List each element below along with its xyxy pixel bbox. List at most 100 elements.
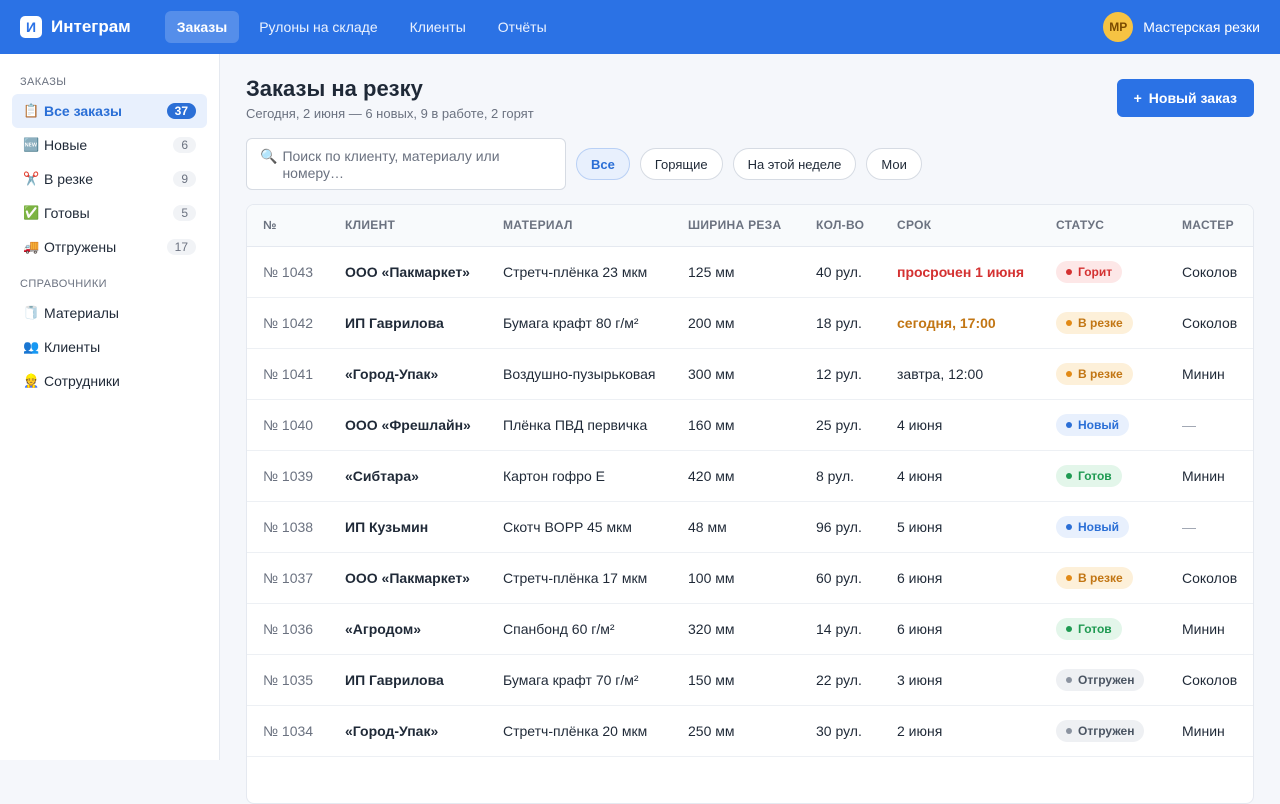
table-row[interactable]: № 1041 «Город-Упак» Воздушно-пузырьковая 30… [247,348,1253,400]
status-label: Отгружен [1078,723,1135,738]
nav-item-clients[interactable]: Клиенты [398,11,478,43]
table-row[interactable]: № 1037 ООО «Пакмаркет» Стретч-плёнка 17 мк… [247,552,1253,604]
filter-chip-all[interactable]: Все [576,148,630,180]
sidebar-item-cutting[interactable]: ✂️ В резке 9 [12,162,207,196]
deadline: 5 июня [881,501,1040,553]
column-header-cut-width[interactable]: Ширина реза [672,205,800,247]
material: Картон гофро E [487,450,672,502]
column-header-client[interactable]: Клиент [329,205,487,247]
app-name: Интеграм [51,17,131,36]
deadline: 6 июня [881,603,1040,655]
search-input[interactable]: 🔍 Поиск по клиенту, материалу или номеру… [246,138,566,190]
count-badge: 37 [166,103,196,119]
filter-chip-mine[interactable]: Мои [866,148,922,180]
table-row[interactable]: № 1034 «Город-Упак» Стретч-плёнка 20 мкм 25… [247,705,1253,757]
table-row[interactable]: № 1035 ИП Гаврилова Бумага крафт 70 г/м² 15… [247,654,1253,706]
table-row[interactable]: № 1038 ИП Кузьмин Скотч BOPP 45 мкм 48 мм 96… [247,501,1253,553]
orders-table-card: № Клиент Материал Ширина реза Кол-во Сро… [246,204,1254,804]
order-number: № 1036 [247,603,329,655]
cut-width: 200 мм [672,297,800,349]
master: Соколов [1166,552,1253,604]
status-label: В резке [1078,315,1123,330]
table-row[interactable]: № 1043 ООО «Пакмаркет» Стретч-плёнка 23 мк… [247,246,1253,298]
search-placeholder: Поиск по клиенту, материалу или номеру… [282,148,500,181]
quantity: 12 рул. [800,348,881,400]
quantity: 60 рул. [800,552,881,604]
status-badge: Готов [1056,464,1122,487]
client-name: ИП Гаврилова [329,297,487,349]
cut-width: 100 мм [672,552,800,604]
status-label: В резке [1078,366,1123,381]
column-header-deadline[interactable]: Срок [881,205,1040,247]
master: Минин [1166,348,1253,400]
status-label: Горит [1078,264,1113,279]
sidebar-item-all-orders[interactable]: 📋 Все заказы 37 [12,94,207,128]
status-dot-icon [1066,268,1072,275]
sidebar-item-clients[interactable]: 👥 Клиенты [12,330,207,364]
count-badge: 9 [173,171,196,187]
cut-width: 125 мм [672,246,800,298]
sidebar-item-shipped[interactable]: 🚚 Отгружены 17 [12,230,207,264]
order-number: № 1034 [247,705,329,757]
sidebar-item-new[interactable]: 🆕 Новые 6 [12,128,207,162]
deadline: просрочен 1 июня [881,246,1040,298]
user-name: Мастерская резки [1143,19,1260,35]
roll-icon: 🧻 [23,305,40,320]
cut-width: 250 мм [672,705,800,757]
new-order-label: Новый заказ [1148,90,1237,106]
material: Плёнка ПВД первичка [487,399,672,451]
status-dot-icon [1066,421,1072,428]
column-header-master[interactable]: Мастер [1166,205,1253,247]
new-order-button[interactable]: + Новый заказ [1116,79,1254,117]
search-icon: 🔍 [260,148,278,164]
client-name: ООО «Пакмаркет» [329,552,487,604]
client-name: ИП Кузьмин [329,501,487,553]
master: Соколов [1166,297,1253,349]
status-label: Готов [1078,621,1112,636]
sidebar-item-employees[interactable]: 👷 Сотрудники [12,364,207,398]
app-logo[interactable]: И Интеграм [20,16,131,38]
avatar: МР [1103,12,1134,42]
status-dot-icon [1066,319,1072,326]
deadline: 3 июня [881,654,1040,706]
status-cell: Отгружен [1040,654,1166,706]
column-header-status[interactable]: Статус [1040,205,1166,247]
new-icon: 🆕 [23,137,40,152]
table-row[interactable]: № 1042 ИП Гаврилова Бумага крафт 80 г/м² 20… [247,297,1253,349]
status-badge: Отгружен [1056,719,1145,742]
order-number: № 1041 [247,348,329,400]
column-header-material[interactable]: Материал [487,205,672,247]
page-title: Заказы на резку [246,76,423,101]
filter-chip-hot[interactable]: Горящие [639,148,723,180]
nav-item-rolls-in-stock[interactable]: Рулоны на складе [247,11,389,43]
nav-item-orders[interactable]: Заказы [164,11,240,43]
client-name: «Сибтара» [329,450,487,502]
deadline: 6 июня [881,552,1040,604]
order-number: № 1039 [247,450,329,502]
status-badge: Отгружен [1056,668,1145,691]
table-row[interactable]: № 1039 «Сибтара» Картон гофро E 420 мм 8 рул… [247,450,1253,502]
client-name: ООО «Фрешлайн» [329,399,487,451]
column-header-quantity[interactable]: Кол-во [800,205,881,247]
user-menu[interactable]: МР Мастерская резки [1103,12,1260,42]
sidebar-section-orders: Заказы [20,76,67,88]
table-row[interactable]: № 1036 «Агродом» Спанбонд 60 г/м² 320 мм 14 … [247,603,1253,655]
status-cell: Новый [1040,501,1166,553]
nav-item-reports[interactable]: Отчёты [486,11,559,43]
sidebar-item-materials[interactable]: 🧻 Материалы [12,296,207,330]
material: Бумага крафт 80 г/м² [487,297,672,349]
material: Стретч-плёнка 23 мкм [487,246,672,298]
filter-chip-this-week[interactable]: На этой неделе [732,148,857,180]
client-name: «Агродом» [329,603,487,655]
order-number: № 1038 [247,501,329,553]
column-header-number[interactable]: № [247,205,329,247]
check-mark-icon: ✅ [23,205,40,220]
sidebar-item-ready[interactable]: ✅ Готовы 5 [12,196,207,230]
status-label: Новый [1078,417,1119,432]
sidebar-item-label: В резке [44,171,93,187]
status-cell: Отгружен [1040,705,1166,757]
table-row[interactable]: № 1040 ООО «Фрешлайн» Плёнка ПВД первичка 1… [247,399,1253,451]
status-label: Готов [1078,468,1112,483]
quantity: 22 рул. [800,654,881,706]
status-cell: Горит [1040,246,1166,298]
